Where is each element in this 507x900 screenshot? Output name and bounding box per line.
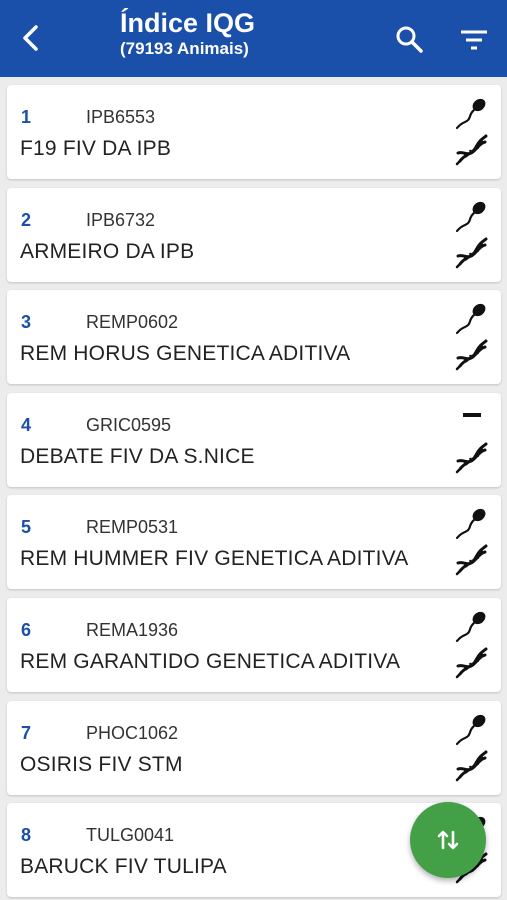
animal-rank: 1 (21, 107, 32, 127)
animal-name: REM HORUS GENETICA ADITIVA (20, 342, 351, 366)
animal-rank: 6 (21, 620, 32, 640)
dna-icon (454, 131, 490, 167)
semen-icon (453, 95, 489, 131)
animal-name: REM HUMMER FIV GENETICA ADITIVA (20, 547, 409, 571)
animal-code: REMP0531 (86, 517, 179, 538)
animal-name: REM GARANTIDO GENETICA ADITIVA (20, 650, 401, 673)
dna-icon (454, 336, 490, 372)
animal-rank: 7 (21, 722, 32, 743)
filter-icon[interactable] (458, 26, 490, 54)
animal-code: IPB6732 (86, 209, 156, 230)
dna-icon (454, 439, 490, 475)
page-title: Índice IQG (120, 8, 256, 38)
dna-icon (454, 234, 490, 270)
animal-code: TULG0041 (86, 825, 175, 846)
animal-card[interactable]: 2 IPB6732 ARMEIRO DA IPB (7, 187, 501, 282)
animal-card[interactable]: 6 REMA1936 REM GARANTIDO GENETICA ADITIVA (7, 598, 501, 692)
animal-card[interactable]: 7 PHOC1062 OSIRIS FIV STM (7, 700, 501, 795)
animal-name: BARUCK FIV TULIPA (20, 855, 227, 879)
title-block: Índice IQG (79193 Animais) (120, 8, 255, 60)
animal-rank: 4 (21, 414, 32, 435)
semen-icon (453, 198, 489, 234)
animal-rank: 3 (21, 312, 32, 333)
animal-rank: 2 (21, 209, 32, 230)
animal-card[interactable]: 3 REMP0602 REM HORUS GENETICA ADITIVA (7, 290, 501, 385)
semen-icon (453, 608, 489, 644)
animal-code: GRIC0595 (86, 414, 172, 435)
animal-card[interactable]: 4 GRIC0595 DEBATE FIV DA S.NICE (7, 392, 501, 487)
semen-icon (453, 711, 489, 747)
semen-icon (453, 505, 489, 541)
no-semen-dash-icon (463, 412, 481, 417)
semen-icon (453, 300, 489, 336)
animal-name: DEBATE FIV DA S.NICE (20, 444, 255, 468)
animal-code: IPB6553 (86, 107, 156, 127)
animal-code: REMA1936 (86, 620, 179, 640)
animal-card[interactable]: 1 IPB6553 F19 FIV DA IPB (7, 85, 501, 179)
animal-name: ARMEIRO DA IPB (20, 239, 195, 263)
dna-icon (454, 644, 490, 680)
dna-icon (454, 747, 490, 783)
sort-swap-icon (437, 830, 459, 850)
animal-code: PHOC1062 (86, 722, 179, 743)
animal-rank: 8 (21, 825, 32, 846)
dna-icon (454, 541, 490, 577)
arrow-left-icon[interactable] (14, 20, 50, 56)
app-bar: Índice IQG (79193 Animais) (0, 0, 507, 77)
search-icon[interactable] (394, 24, 424, 54)
animal-code: REMP0602 (86, 312, 179, 333)
animal-name: OSIRIS FIV STM (20, 752, 183, 776)
animal-card[interactable]: 5 REMP0531 REM HUMMER FIV GENETICA ADITIVA (7, 495, 501, 590)
animal-name: F19 FIV DA IPB (20, 137, 172, 160)
animal-rank: 5 (21, 517, 32, 538)
animal-count: (79193 Animais) (120, 39, 249, 58)
sort-button[interactable] (410, 802, 486, 878)
